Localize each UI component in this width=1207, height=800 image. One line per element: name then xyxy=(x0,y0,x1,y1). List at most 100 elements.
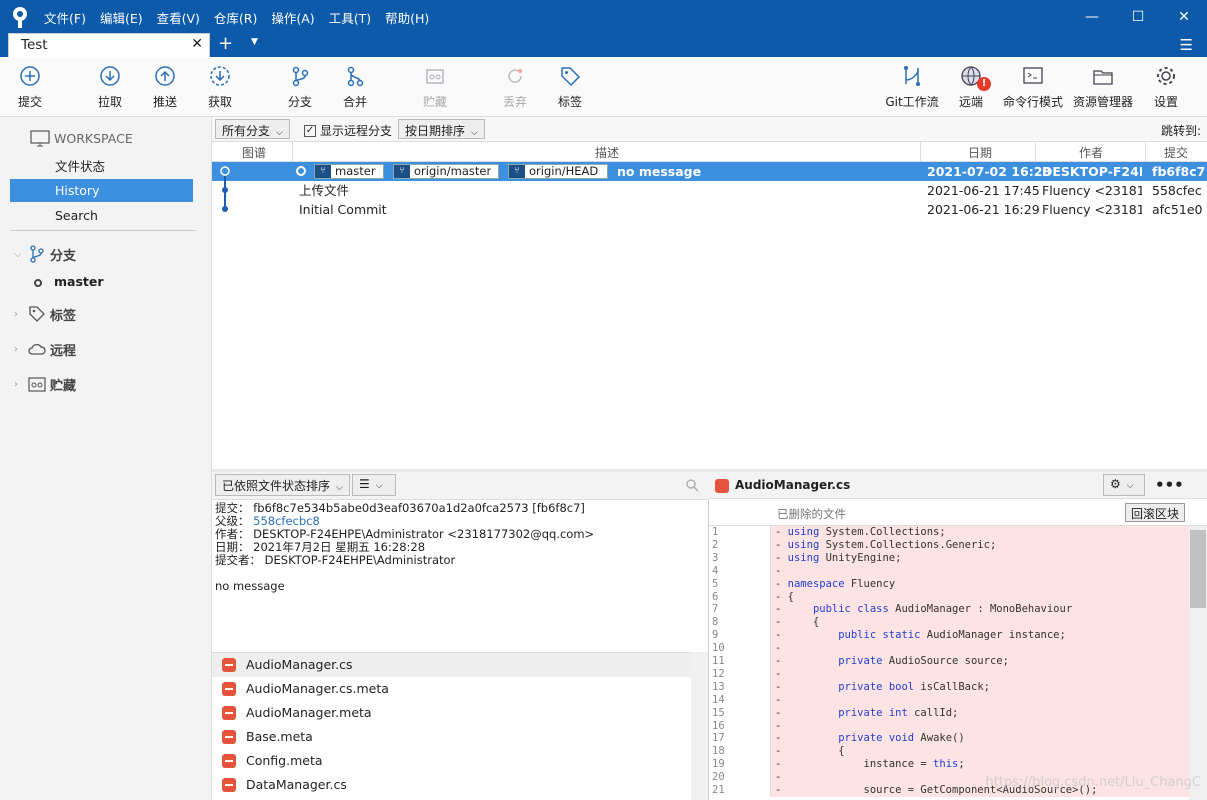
menu-actions[interactable]: 操作(A) xyxy=(271,8,314,27)
diff-line: 19- instance = this; xyxy=(709,758,1189,772)
commit-row[interactable]: Initial Commit 2021-06-21 16:29 Fluency … xyxy=(212,200,1207,219)
hunk-status: 已删除的文件 xyxy=(777,507,846,521)
column-author[interactable]: 作者 xyxy=(1079,144,1103,161)
checkbox-checked-icon: ✓ xyxy=(304,124,316,137)
tag-icon xyxy=(561,67,581,87)
sort-order-value: 按日期排序 xyxy=(405,124,466,138)
file-list-scrollbar[interactable] xyxy=(691,652,708,800)
sidebar-group-tags[interactable]: › 标签 xyxy=(14,303,76,325)
file-item[interactable]: AudioManager.cs.meta xyxy=(212,677,692,701)
merge-button[interactable]: 合并 xyxy=(325,63,385,110)
file-item[interactable]: Base.meta xyxy=(212,725,692,749)
menu-repository[interactable]: 仓库(R) xyxy=(214,8,257,27)
maximize-button[interactable]: ☐ xyxy=(1115,0,1161,33)
discard-button[interactable]: 丢弃 xyxy=(485,63,545,110)
file-sort-dropdown[interactable]: 已依照文件状态排序 ⌵ xyxy=(215,474,350,496)
diff-file-name: AudioManager.cs xyxy=(735,478,851,492)
minimize-button[interactable]: — xyxy=(1069,0,1115,33)
tag-button[interactable]: 标签 xyxy=(540,63,600,110)
branch-name: master xyxy=(54,274,104,289)
commit-row[interactable]: ⑂ master ⑂ origin/master ⑂ origin/HEAD no m… xyxy=(212,162,1207,181)
sidebar-group-remotes[interactable]: › 远程 xyxy=(14,338,76,360)
line-text: - private int callId; xyxy=(771,706,1189,720)
pull-button[interactable]: 拉取 xyxy=(80,63,140,110)
line-text: - xyxy=(771,693,1189,707)
terminal-button[interactable]: 命令行模式 xyxy=(1003,63,1063,110)
column-date[interactable]: 日期 xyxy=(968,144,992,161)
line-text: - private void Awake() xyxy=(771,732,1189,746)
scrollbar-thumb[interactable] xyxy=(1190,530,1206,608)
diff-scrollbar[interactable] xyxy=(1189,526,1207,800)
explorer-button[interactable]: 资源管理器 xyxy=(1073,63,1133,110)
stash-button[interactable]: 贮藏 xyxy=(405,63,465,110)
commit-message: no message xyxy=(617,164,702,179)
fetch-button[interactable]: 获取 xyxy=(190,63,250,110)
line-number: 4 xyxy=(709,564,771,578)
branch-item-master[interactable]: master xyxy=(34,274,104,289)
line-number: 16 xyxy=(709,719,771,733)
file-item[interactable]: AudioManager.cs xyxy=(212,653,692,677)
tab-test[interactable]: Test ✕ xyxy=(8,33,210,57)
diff-code: 1- using System.Collections; 2- using Sys… xyxy=(709,526,1189,800)
ref-label-origin-head[interactable]: ⑂ origin/HEAD xyxy=(508,164,608,179)
sidebar-item-search[interactable]: Search xyxy=(10,204,193,227)
menu-help[interactable]: 帮助(H) xyxy=(385,8,429,27)
sourcetree-logo-icon xyxy=(13,7,27,28)
view-mode-dropdown[interactable]: ☰ ⌵ xyxy=(352,474,396,496)
column-description[interactable]: 描述 xyxy=(595,144,619,161)
diff-line: 8- { xyxy=(709,616,1189,630)
stash-icon xyxy=(28,377,46,392)
keyword-token: int xyxy=(888,706,908,719)
sort-order-dropdown[interactable]: 按日期排序 ⌵ xyxy=(398,119,485,139)
diff-line: 17- private void Awake() xyxy=(709,732,1189,746)
commit-row[interactable]: 上传文件 2021-06-21 17:45 Fluency <231817 55… xyxy=(212,181,1207,200)
head-marker-icon xyxy=(296,166,306,176)
push-button[interactable]: 推送 xyxy=(135,63,195,110)
ref-name: master xyxy=(335,165,376,178)
sidebar-item-history[interactable]: History xyxy=(10,179,193,202)
more-options-icon[interactable]: ••• xyxy=(1155,476,1184,494)
new-tab-button[interactable]: + xyxy=(218,33,233,55)
menu-file[interactable]: 文件(F) xyxy=(44,8,86,27)
gitflow-button[interactable]: Git工作流 xyxy=(882,63,942,110)
column-graph[interactable]: 图谱 xyxy=(242,144,266,161)
diff-options-dropdown[interactable]: ⚙ ⌵ xyxy=(1103,474,1145,496)
diff-line: 1- using System.Collections; xyxy=(709,526,1189,539)
file-name: Base.meta xyxy=(246,729,313,744)
column-divider xyxy=(292,142,293,162)
search-icon[interactable] xyxy=(686,479,699,492)
sidebar-item-file-status[interactable]: 文件状态 xyxy=(10,155,193,178)
parent-link[interactable]: 558cfecbc8 xyxy=(253,514,320,528)
line-text: - { xyxy=(771,616,1189,630)
close-tab-icon[interactable]: ✕ xyxy=(191,36,203,52)
hamburger-menu-icon[interactable]: ☰ xyxy=(1180,36,1193,54)
commit-date: 2021-07-02 16:28 xyxy=(927,164,1052,179)
ref-label-origin-master[interactable]: ⑂ origin/master xyxy=(393,164,499,179)
tab-dropdown-icon[interactable]: ▼ xyxy=(251,37,258,47)
settings-button[interactable]: 设置 xyxy=(1136,63,1196,110)
sidebar-group-stashes[interactable]: › 贮藏 xyxy=(14,373,76,395)
workspace-label: WORKSPACE xyxy=(54,130,133,146)
file-item[interactable]: AudioManager.meta xyxy=(212,701,692,725)
revert-hunk-button[interactable]: 回滚区块 xyxy=(1124,503,1185,522)
column-divider xyxy=(1145,142,1146,162)
commit-button[interactable]: 提交 xyxy=(0,63,60,110)
line-number: 13 xyxy=(709,680,771,694)
line-text: - xyxy=(771,667,1189,681)
ref-label-master[interactable]: ⑂ master xyxy=(314,164,384,179)
line-number: 19 xyxy=(709,758,771,772)
menu-tools[interactable]: 工具(T) xyxy=(329,8,371,27)
file-item[interactable]: Config.meta xyxy=(212,749,692,773)
chevron-down-icon: ⌵ xyxy=(276,128,283,138)
branch-button[interactable]: 分支 xyxy=(270,63,330,110)
remote-button[interactable]: ! 远端 xyxy=(941,63,1001,110)
show-remote-checkbox[interactable]: ✓ 显示远程分支 xyxy=(304,122,392,139)
menu-edit[interactable]: 编辑(E) xyxy=(100,8,143,27)
column-commit[interactable]: 提交 xyxy=(1164,144,1188,161)
keyword-token: using xyxy=(787,551,820,564)
sidebar-group-branches[interactable]: ⌵ 分支 xyxy=(14,243,76,265)
close-window-button[interactable]: ✕ xyxy=(1161,0,1207,33)
menu-view[interactable]: 查看(V) xyxy=(157,8,200,27)
file-item[interactable]: DataManager.cs xyxy=(212,773,692,797)
branch-filter-dropdown[interactable]: 所有分支 ⌵ xyxy=(215,119,290,139)
